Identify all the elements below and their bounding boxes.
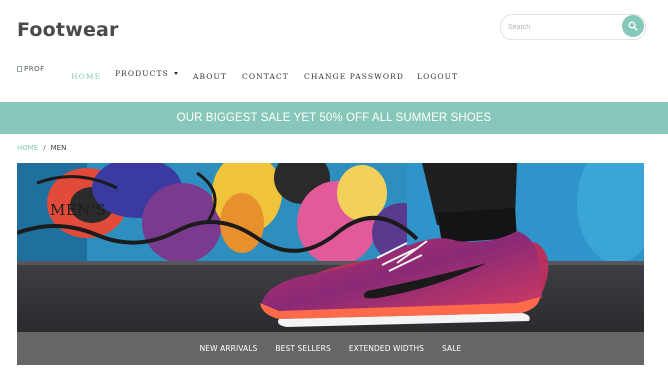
search-input[interactable] bbox=[508, 18, 618, 36]
subnav-sale[interactable]: SALE bbox=[442, 344, 461, 353]
nav-about[interactable]: ABOUT bbox=[193, 72, 227, 81]
category-subnav: NEW ARRIVALS BEST SELLERS EXTENDED WIDTH… bbox=[17, 332, 644, 365]
hero-banner: MEN'S bbox=[17, 163, 644, 332]
nav-products-label: PRODUCTS bbox=[115, 69, 169, 78]
logo-image-broken[interactable]: PROF bbox=[17, 62, 50, 76]
hero-title: MEN'S bbox=[50, 201, 107, 219]
broken-image-icon bbox=[17, 66, 22, 72]
promo-banner: OUR BIGGEST SALE YET 50% OFF ALL SUMMER … bbox=[0, 102, 668, 134]
search-button[interactable] bbox=[622, 15, 644, 37]
subnav-new-arrivals[interactable]: NEW ARRIVALS bbox=[200, 344, 258, 353]
logo-alt-text: PROF bbox=[24, 65, 45, 73]
breadcrumb-current: MEN bbox=[50, 144, 67, 152]
nav-contact[interactable]: CONTACT bbox=[242, 72, 289, 81]
nav-logout[interactable]: LOGOUT bbox=[417, 72, 458, 81]
breadcrumb-home[interactable]: HOME bbox=[17, 144, 38, 152]
brand-title[interactable]: Footwear bbox=[17, 19, 119, 41]
subnav-best-sellers[interactable]: BEST SELLERS bbox=[275, 344, 330, 353]
search-icon bbox=[628, 21, 638, 31]
hero-image bbox=[17, 163, 644, 332]
nav-products[interactable]: PRODUCTS bbox=[115, 69, 178, 78]
breadcrumb-separator: / bbox=[43, 144, 46, 152]
nav-change-password[interactable]: CHANGE PASSWORD bbox=[304, 72, 404, 81]
nav-home[interactable]: HOME bbox=[71, 72, 101, 81]
promo-banner-text: OUR BIGGEST SALE YET 50% OFF ALL SUMMER … bbox=[176, 112, 492, 124]
subnav-extended-widths[interactable]: EXTENDED WIDTHS bbox=[349, 344, 424, 353]
caret-down-icon bbox=[173, 71, 178, 75]
breadcrumb: HOME / MEN bbox=[17, 144, 66, 152]
